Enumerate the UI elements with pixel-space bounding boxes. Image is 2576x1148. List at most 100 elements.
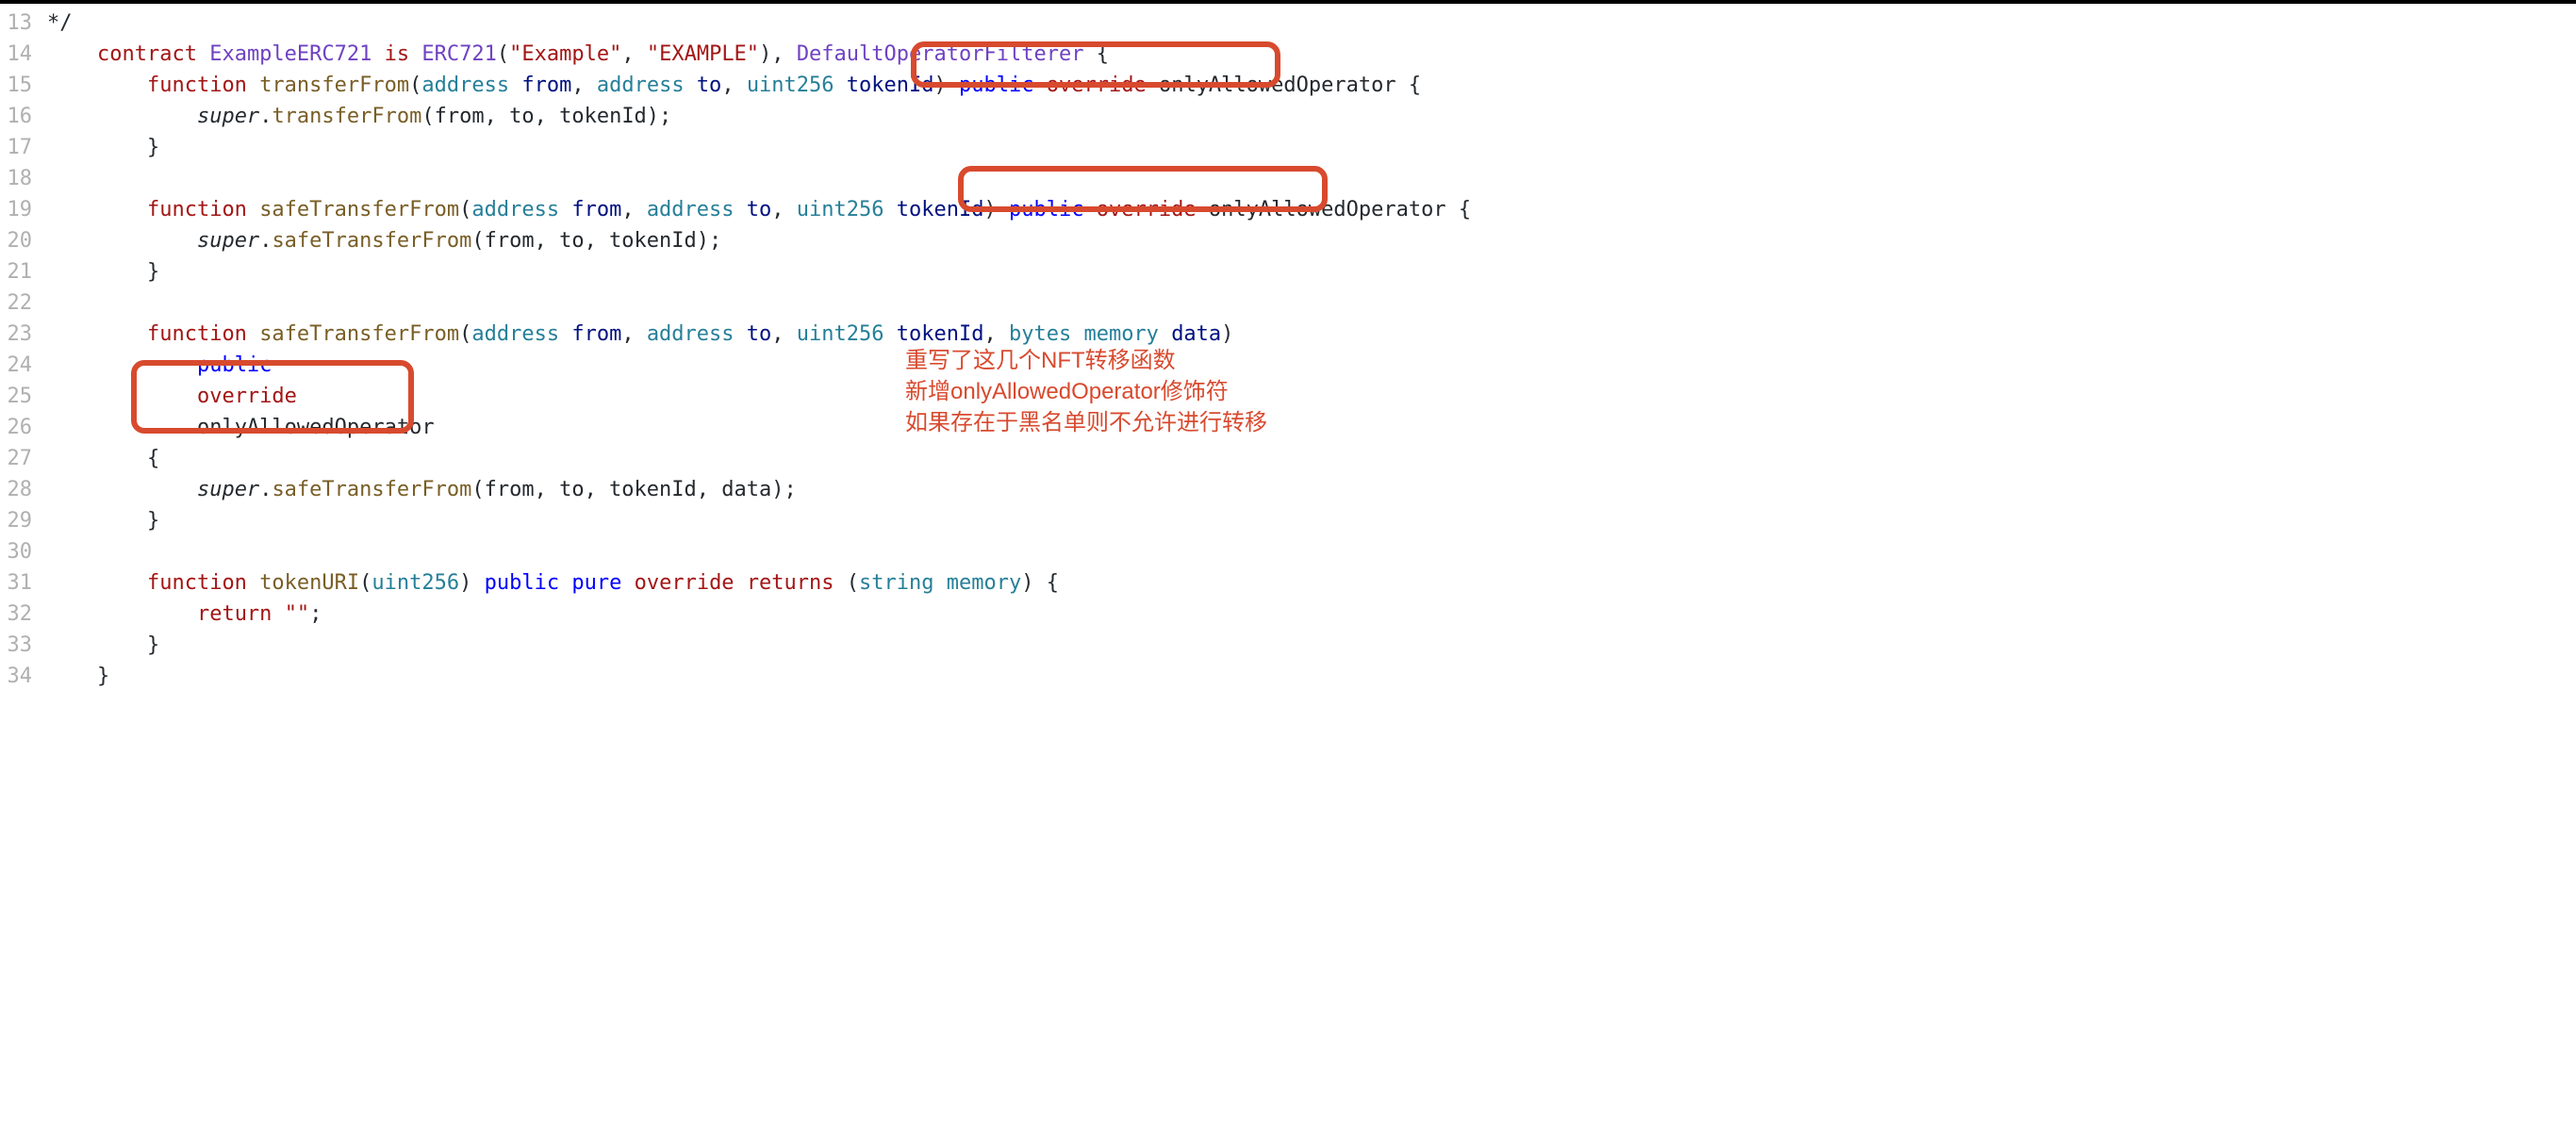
param-tokenid: tokenId	[847, 74, 934, 97]
class-filter: DefaultOperatorFilterer	[797, 42, 1084, 66]
keyword-function: function	[147, 198, 247, 221]
type-address: address	[471, 198, 559, 221]
method-call: safeTransferFrom	[272, 478, 471, 501]
method-call: safeTransferFrom	[272, 229, 471, 253]
code-line[interactable]: 13 */	[0, 8, 2576, 39]
code-line[interactable]: 15 function transferFrom(address from, a…	[0, 70, 2576, 101]
keyword-function: function	[147, 571, 247, 595]
keyword-returns: returns	[747, 571, 834, 595]
code-line[interactable]: 19 function safeTransferFrom(address fro…	[0, 194, 2576, 225]
brace: }	[147, 633, 159, 657]
line-number: 21	[0, 256, 47, 287]
brace: {	[147, 447, 159, 470]
line-number: 20	[0, 225, 47, 256]
keyword-function: function	[147, 74, 247, 97]
code-line[interactable]: 14 contract ExampleERC721 is ERC721("Exa…	[0, 39, 2576, 70]
call-args: (from, to, tokenId);	[471, 229, 721, 253]
line-number: 30	[0, 536, 47, 567]
type-uint256: uint256	[747, 74, 834, 97]
code-line[interactable]: 31 function tokenURI(uint256) public pur…	[0, 567, 2576, 599]
param-data: data	[1171, 322, 1221, 346]
string-literal: ""	[285, 602, 310, 626]
semicolon: ;	[309, 602, 322, 626]
code-line[interactable]: 33 }	[0, 630, 2576, 661]
line-number: 33	[0, 630, 47, 661]
string-literal: "Example"	[509, 42, 621, 66]
class-name: ExampleERC721	[209, 42, 372, 66]
annotation-line-3: 如果存在于黑名单则不允许进行转移	[905, 407, 1267, 438]
line-number: 31	[0, 567, 47, 599]
type-uint256: uint256	[797, 198, 884, 221]
line-number: 13	[0, 8, 47, 39]
code-line[interactable]: 32 return "";	[0, 599, 2576, 630]
param-from: from	[571, 322, 621, 346]
param-to: to	[747, 322, 772, 346]
line-number: 14	[0, 39, 47, 70]
brace: }	[147, 260, 159, 284]
code-line[interactable]: 29 }	[0, 505, 2576, 536]
code-line[interactable]: 26 onlyAllowedOperator	[0, 412, 2576, 443]
line-number: 18	[0, 163, 47, 194]
line-number: 32	[0, 599, 47, 630]
param-from: from	[521, 74, 571, 97]
line-number: 28	[0, 474, 47, 505]
modifier-onlyallowedoperator: onlyAllowedOperator	[197, 416, 435, 439]
visibility-public: public	[959, 74, 1033, 97]
line-number: 24	[0, 350, 47, 381]
code-line[interactable]: 27 {	[0, 443, 2576, 474]
line-number: 19	[0, 194, 47, 225]
code-editor[interactable]: 13 */ 14 contract ExampleERC721 is ERC72…	[0, 4, 2576, 692]
keyword-memory: memory	[947, 571, 1021, 595]
keyword-function: function	[147, 322, 247, 346]
code-line[interactable]: 17 }	[0, 132, 2576, 163]
type-address: address	[471, 322, 559, 346]
annotation-line-1: 重写了这几个NFT转移函数	[905, 345, 1176, 376]
brace: {	[1047, 571, 1059, 595]
brace: }	[147, 509, 159, 533]
code-line[interactable]: 21 }	[0, 256, 2576, 287]
code-line[interactable]: 22	[0, 287, 2576, 319]
keyword-override: override	[197, 385, 297, 408]
code-line[interactable]: 24 public	[0, 350, 2576, 381]
keyword-override: override	[1097, 198, 1197, 221]
type-address: address	[421, 74, 509, 97]
function-name: tokenURI	[259, 571, 359, 595]
param-from: from	[571, 198, 621, 221]
brace: }	[97, 664, 109, 688]
brace: {	[1459, 198, 1471, 221]
type-string: string	[859, 571, 933, 595]
keyword-pure: pure	[571, 571, 621, 595]
code-line[interactable]: 16 super.transferFrom(from, to, tokenId)…	[0, 101, 2576, 132]
type-uint256: uint256	[797, 322, 884, 346]
code-line[interactable]: 28 super.safeTransferFrom(from, to, toke…	[0, 474, 2576, 505]
param-tokenid: tokenId	[897, 198, 984, 221]
keyword-is: is	[385, 42, 410, 66]
keyword-contract: contract	[97, 42, 197, 66]
line-number: 17	[0, 132, 47, 163]
code-line[interactable]: 20 super.safeTransferFrom(from, to, toke…	[0, 225, 2576, 256]
type-uint256: uint256	[372, 571, 459, 595]
super-keyword: super	[197, 105, 259, 128]
keyword-return: return	[197, 602, 272, 626]
line-number: 34	[0, 661, 47, 692]
code-line[interactable]: 34 }	[0, 661, 2576, 692]
line-number: 23	[0, 319, 47, 350]
super-keyword: super	[197, 478, 259, 501]
line-number: 25	[0, 381, 47, 412]
annotation-line-2: 新增onlyAllowedOperator修饰符	[905, 376, 1229, 407]
type-bytes: bytes	[1009, 322, 1071, 346]
code-line[interactable]: 23 function safeTransferFrom(address fro…	[0, 319, 2576, 350]
keyword-override: override	[635, 571, 735, 595]
modifier-onlyallowedoperator: onlyAllowedOperator	[1159, 74, 1396, 97]
brace: {	[1409, 74, 1421, 97]
code-line[interactable]: 18	[0, 163, 2576, 194]
visibility-public: public	[197, 353, 272, 377]
code-line[interactable]: 30	[0, 536, 2576, 567]
call-args: (from, to, tokenId);	[421, 105, 671, 128]
modifier-onlyallowedoperator: onlyAllowedOperator	[1209, 198, 1446, 221]
code-line[interactable]: 25 override	[0, 381, 2576, 412]
code-text: */	[47, 11, 73, 35]
line-number: 29	[0, 505, 47, 536]
keyword-memory: memory	[1083, 322, 1158, 346]
type-address: address	[647, 322, 735, 346]
